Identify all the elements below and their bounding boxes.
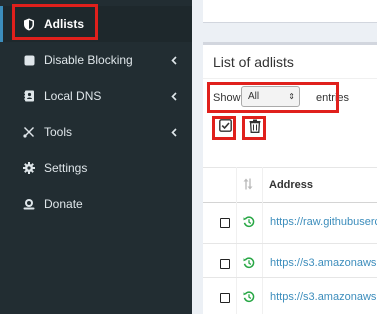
tools-icon [22, 125, 36, 139]
highlight-box [242, 116, 266, 140]
row-checkbox[interactable] [220, 259, 230, 269]
address-book-icon [22, 89, 36, 103]
column-header-address[interactable]: Address [269, 179, 313, 191]
sidebar-item-disable-blocking[interactable]: Disable Blocking [0, 42, 192, 78]
box-title: List of adlists [213, 54, 294, 70]
history-icon [243, 215, 255, 233]
history-icon [243, 290, 255, 308]
top-card [203, 0, 377, 23]
sidebar-item-label: Disable Blocking [44, 53, 133, 67]
address-link[interactable]: https://raw.githubuserc [270, 216, 377, 228]
sidebar-item-label: Donate [44, 197, 83, 211]
sidebar-item-label: Settings [44, 161, 88, 175]
sidebar-item-label: Local DNS [44, 89, 102, 103]
sort-icon[interactable] [243, 177, 253, 195]
table-row[interactable]: https://raw.githubuserc [203, 203, 377, 243]
divider [203, 167, 377, 168]
divider [203, 78, 377, 79]
gear-icon [22, 161, 36, 175]
history-icon [243, 256, 255, 274]
row-checkbox[interactable] [220, 218, 230, 228]
address-link[interactable]: https://s3.amazonaws.c [270, 291, 377, 303]
chevron-left-icon [170, 127, 178, 137]
stop-square-icon [22, 53, 36, 67]
highlight-box [207, 82, 339, 113]
adlists-box: List of adlists Show All ⇕ entries Addre… [203, 42, 377, 314]
chevron-left-icon [170, 91, 178, 101]
sidebar-item-donate[interactable]: Donate [0, 186, 192, 222]
sidebar: Adlists Disable Blocking Local DNS Tools [0, 0, 192, 314]
highlight-box [212, 116, 236, 140]
table-header: Address [203, 168, 377, 202]
table-row[interactable]: https://s3.amazonaws.c [203, 278, 377, 314]
chevron-left-icon [170, 55, 178, 65]
sidebar-item-local-dns[interactable]: Local DNS [0, 78, 192, 114]
sidebar-item-label: Tools [44, 125, 73, 139]
donate-icon [22, 197, 36, 211]
highlight-box [12, 4, 98, 40]
sidebar-item-settings[interactable]: Settings [0, 150, 192, 186]
row-checkbox[interactable] [220, 293, 230, 303]
sidebar-item-tools[interactable]: Tools [0, 114, 192, 150]
address-link[interactable]: https://s3.amazonaws.c [270, 257, 377, 269]
